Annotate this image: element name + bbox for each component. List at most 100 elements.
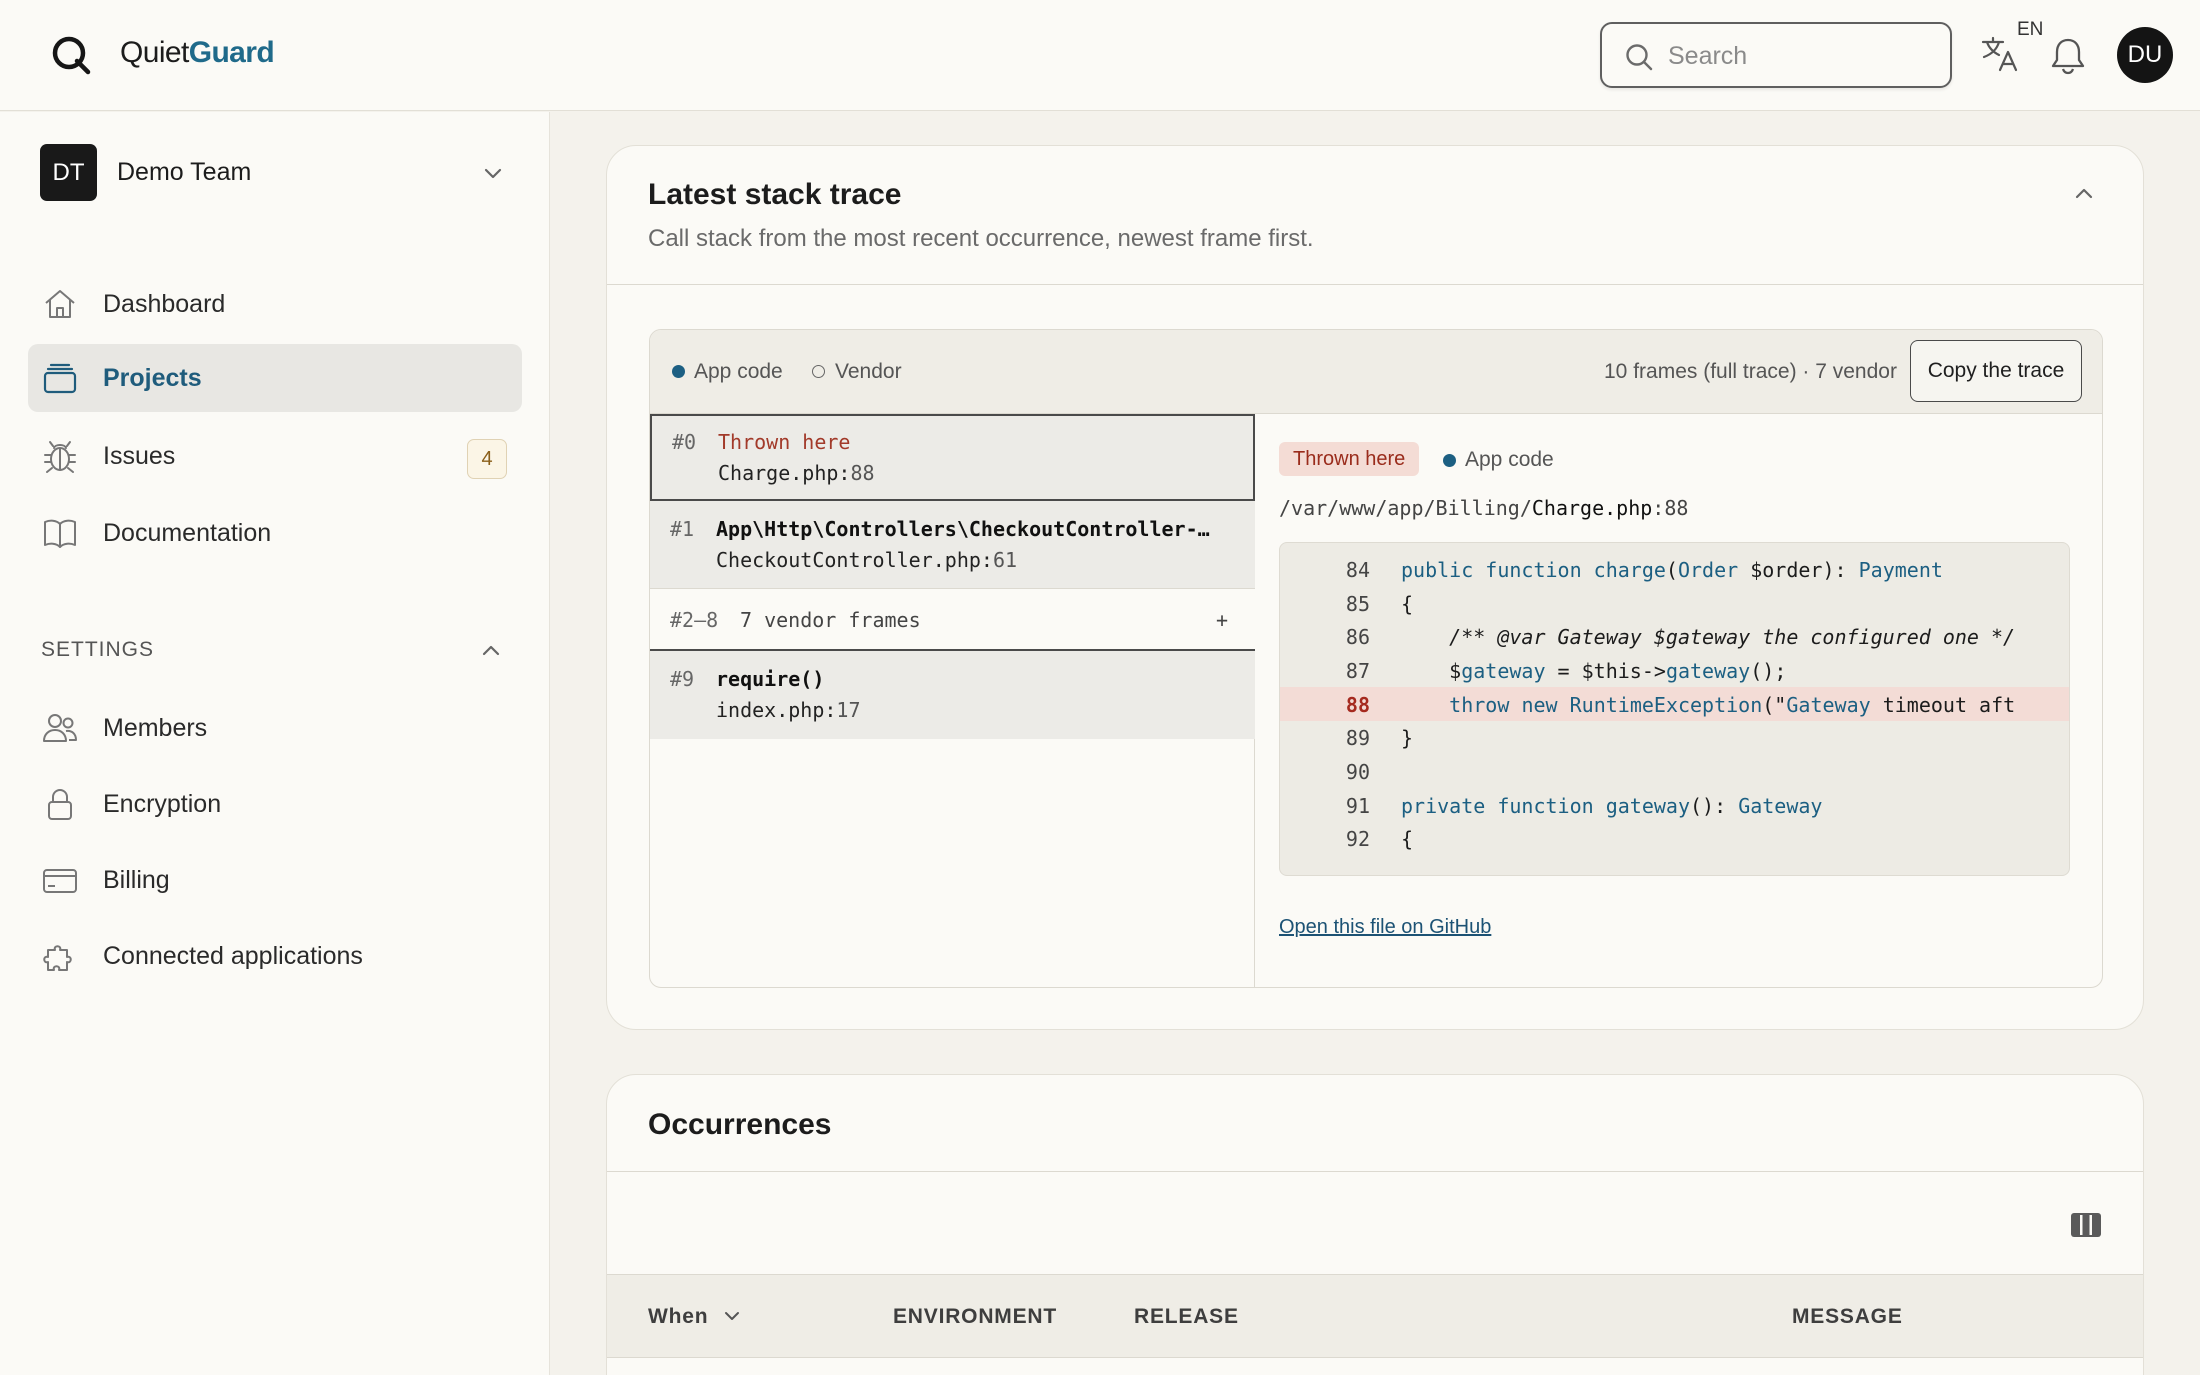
line-number: 89 xyxy=(1345,726,1370,750)
brand-name[interactable]: QuietGuard xyxy=(120,36,275,70)
frame-number: #0 xyxy=(672,430,697,454)
frame-row[interactable]: #1 App\Http\Controllers\CheckoutControll… xyxy=(650,501,1255,589)
code-line-highlighted: 88 throw new RuntimeException("Gateway t… xyxy=(1280,687,2069,721)
frame-function: require() xyxy=(716,667,825,691)
card-subtitle: Call stack from the most recent occurren… xyxy=(648,225,1314,252)
puzzle-icon xyxy=(43,945,72,971)
frame-number: #9 xyxy=(670,667,695,691)
code-line: 89 } xyxy=(1280,720,2069,754)
code-line: 91 private function gateway(): Gateway xyxy=(1280,788,2069,822)
user-avatar[interactable]: DU xyxy=(2117,27,2173,83)
line-number: 86 xyxy=(1345,625,1370,649)
sidebar-item-label: Billing xyxy=(103,866,170,894)
search-icon xyxy=(1626,44,1653,71)
card-title: Occurrences xyxy=(648,1108,832,1141)
column-release[interactable]: RELEASE xyxy=(1134,1305,1239,1329)
chevron-up-icon[interactable] xyxy=(480,640,502,662)
book-icon xyxy=(44,519,76,548)
columns-icon[interactable] xyxy=(2070,1212,2102,1238)
legend-app-code: App code xyxy=(694,360,783,383)
sidebar-item-dashboard[interactable]: Dashboard xyxy=(28,270,522,338)
frame-file-line: 61 xyxy=(992,548,1018,572)
users-icon xyxy=(43,714,77,742)
trace-panel: App code Vendor 10 frames (full trace) ·… xyxy=(649,329,2103,988)
settings-heading: SETTINGS xyxy=(41,638,155,661)
vendor-frames-toggle[interactable]: #2–8 7 vendor frames + xyxy=(650,589,1255,651)
code-line: 84 public function charge(Order $order):… xyxy=(1280,552,2069,586)
column-message[interactable]: MESSAGE xyxy=(1792,1305,1903,1329)
team-avatar: DT xyxy=(40,144,97,201)
lock-icon xyxy=(48,789,72,820)
line-number: 92 xyxy=(1345,827,1370,851)
sidebar-item-issues[interactable]: Issues 4 xyxy=(28,422,522,490)
frame-function: App\Http\Controllers\CheckoutController-… xyxy=(716,517,1210,541)
team-name: Demo Team xyxy=(117,158,252,186)
frame-row[interactable]: #9 require() index.php:17 xyxy=(650,651,1255,739)
code-text: private function gateway(): Gateway xyxy=(1401,794,1823,818)
sidebar-item-connected-applications[interactable]: Connected applications xyxy=(28,922,522,990)
copy-trace-button[interactable]: Copy the trace xyxy=(1910,340,2082,402)
thrown-here-tag: Thrown here xyxy=(1279,442,1420,476)
github-file-link[interactable]: Open this file on GitHub xyxy=(1279,916,1491,939)
app-code-dot xyxy=(672,365,685,378)
frame-function: Thrown here xyxy=(718,430,851,454)
file-path-dir: /var/www/app/Billing/ xyxy=(1279,496,1532,520)
line-number: 91 xyxy=(1345,794,1370,818)
team-switcher[interactable]: DT Demo Team xyxy=(40,144,520,202)
line-number: 84 xyxy=(1345,558,1370,582)
code-line: 87 $gateway = $this->gateway(); xyxy=(1280,653,2069,687)
file-path-name: Charge.php xyxy=(1531,496,1653,520)
bug-icon xyxy=(44,441,76,473)
brand-accent: Guard xyxy=(188,36,275,69)
frame-file: Charge.php:88 xyxy=(718,461,875,485)
sidebar-item-label: Members xyxy=(103,714,208,742)
expand-icon[interactable]: + xyxy=(1216,608,1228,632)
vendor-frames-label: 7 vendor frames xyxy=(740,608,921,632)
folder-stack-icon xyxy=(43,363,77,394)
file-path-line: 88 xyxy=(1664,496,1689,520)
search-box[interactable] xyxy=(1600,22,1952,88)
column-environment[interactable]: ENVIRONMENT xyxy=(893,1305,1057,1329)
code-text: /** @var Gateway $gateway the configured… xyxy=(1401,625,2016,649)
frame-row-selected[interactable]: #0 Thrown here Charge.php:88 xyxy=(650,414,1255,501)
quietguard-logo-icon[interactable] xyxy=(50,34,92,76)
column-when-label: When xyxy=(648,1305,709,1328)
divider xyxy=(607,1171,2143,1172)
brand-prefix: Quiet xyxy=(120,36,189,69)
frame-file-name: Charge.php xyxy=(718,461,839,485)
issues-count-badge: 4 xyxy=(467,439,507,479)
credit-card-icon xyxy=(43,869,77,893)
code-text: throw new RuntimeException("Gateway time… xyxy=(1449,693,2016,717)
frame-kind: App code xyxy=(1465,448,1554,471)
sidebar-item-billing[interactable]: Billing xyxy=(28,846,522,914)
sidebar-item-label: Dashboard xyxy=(103,290,226,318)
sidebar-item-label: Connected applications xyxy=(103,942,363,970)
line-number: 88 xyxy=(1345,693,1370,717)
sidebar-item-projects[interactable]: Projects xyxy=(28,344,522,412)
frame-number: #1 xyxy=(670,517,695,541)
divider xyxy=(607,284,2143,285)
chevron-down-icon xyxy=(725,1312,739,1320)
legend-vendor: Vendor xyxy=(835,360,902,383)
occurrences-card: Occurrences When ENVIRONMENT RELEASE MES… xyxy=(606,1074,2144,1375)
sidebar-item-label: Documentation xyxy=(103,519,272,547)
code-line: 90 xyxy=(1280,754,2069,788)
frames-info: 10 frames (full trace) · 7 vendor xyxy=(1604,360,1897,383)
language-code: EN xyxy=(2017,19,2044,40)
sidebar-item-label: Encryption xyxy=(103,790,222,818)
translate-icon[interactable] xyxy=(1980,34,2020,74)
sidebar-item-documentation[interactable]: Documentation xyxy=(28,499,522,567)
sidebar-item-label: Projects xyxy=(103,364,202,392)
chevron-up-icon[interactable] xyxy=(2072,182,2096,206)
sidebar-item-members[interactable]: Members xyxy=(28,694,522,762)
table-header: When ENVIRONMENT RELEASE MESSAGE xyxy=(607,1274,2143,1358)
sidebar-item-label: Issues xyxy=(103,442,176,470)
trace-toolbar: App code Vendor 10 frames (full trace) ·… xyxy=(650,330,2102,414)
search-input[interactable] xyxy=(1668,38,1938,74)
column-when[interactable]: When xyxy=(648,1305,739,1329)
frame-file: index.php:17 xyxy=(716,698,861,722)
frame-file-name: index.php xyxy=(716,698,825,722)
frame-file-line: 88 xyxy=(850,461,875,485)
bell-icon[interactable] xyxy=(2050,36,2086,76)
sidebar-item-encryption[interactable]: Encryption xyxy=(28,770,522,838)
